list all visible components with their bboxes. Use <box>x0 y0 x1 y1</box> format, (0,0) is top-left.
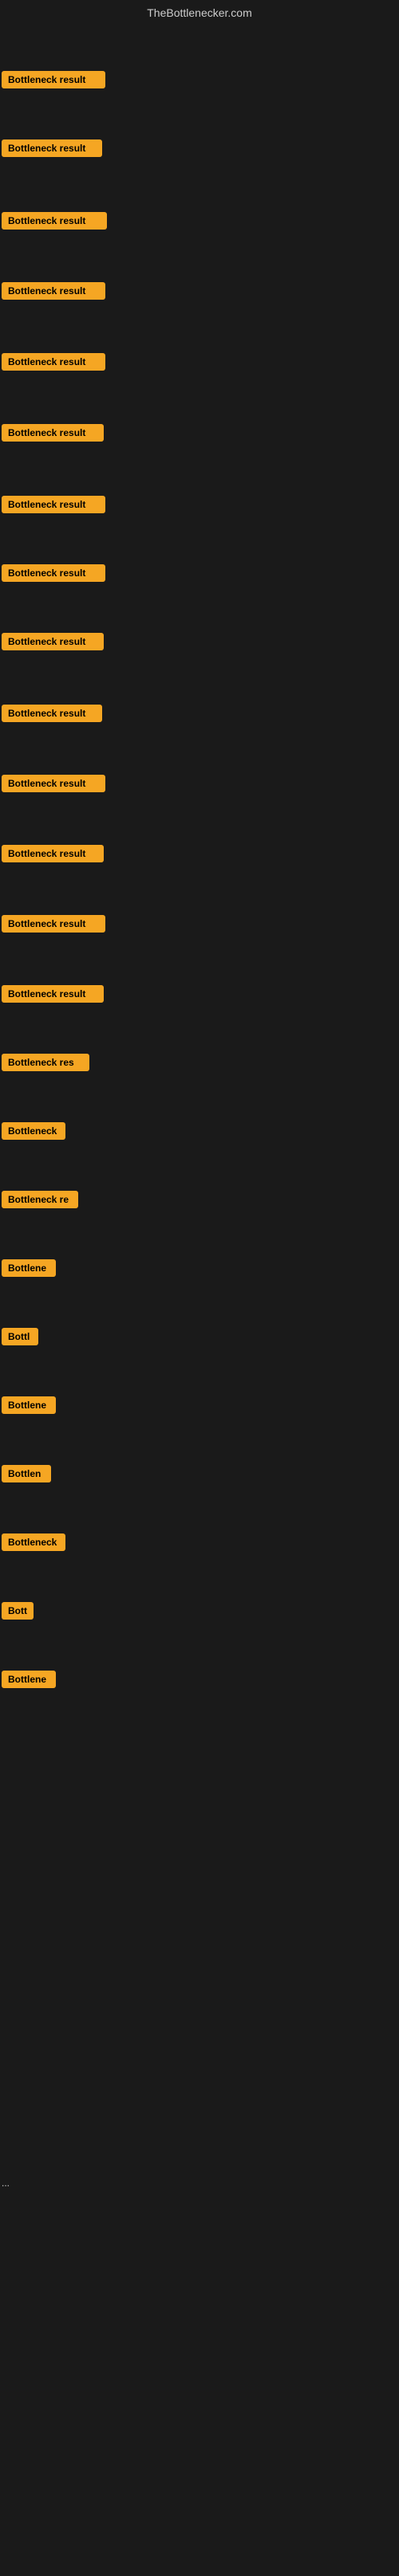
badge-container-8: Bottleneck result <box>2 633 104 654</box>
site-header: TheBottlenecker.com <box>0 0 399 26</box>
bottleneck-result-badge[interactable]: Bottleneck result <box>2 985 104 1003</box>
badge-container-13: Bottleneck result <box>2 985 104 1007</box>
badge-container-23: Bottlene <box>2 1671 56 1692</box>
bottleneck-result-badge[interactable]: Bottleneck result <box>2 705 102 722</box>
bottleneck-result-badge[interactable]: Bottlene <box>2 1671 56 1688</box>
bottleneck-result-badge[interactable]: Bottleneck result <box>2 633 104 650</box>
badge-container-9: Bottleneck result <box>2 705 102 726</box>
bottleneck-result-badge[interactable]: Bott <box>2 1602 34 1620</box>
bottleneck-result-badge[interactable]: Bottleneck result <box>2 915 105 933</box>
bottleneck-result-badge[interactable]: Bottleneck result <box>2 139 102 157</box>
bottleneck-result-badge[interactable]: Bottleneck result <box>2 282 105 300</box>
bottleneck-result-badge[interactable]: Bottlene <box>2 1396 56 1414</box>
badge-container-6: Bottleneck result <box>2 496 105 517</box>
badge-container-5: Bottleneck result <box>2 424 104 446</box>
badge-container-19: Bottlene <box>2 1396 56 1418</box>
badge-container-17: Bottlene <box>2 1259 56 1281</box>
badge-container-21: Bottleneck <box>2 1533 65 1555</box>
bottleneck-result-badge[interactable]: Bottleneck result <box>2 845 104 862</box>
badge-container-3: Bottleneck result <box>2 282 105 304</box>
bottleneck-result-badge[interactable]: Bottleneck result <box>2 71 105 88</box>
badge-container-12: Bottleneck result <box>2 915 105 937</box>
badge-container-10: Bottleneck result <box>2 775 105 796</box>
badge-container-4: Bottleneck result <box>2 353 105 375</box>
badge-container-2: Bottleneck result <box>2 212 107 234</box>
bottleneck-result-badge[interactable]: Bottlen <box>2 1465 51 1482</box>
badge-container-18: Bottl <box>2 1328 38 1349</box>
badge-container-20: Bottlen <box>2 1465 51 1486</box>
bottleneck-result-badge[interactable]: Bottleneck result <box>2 564 105 582</box>
bottleneck-result-badge[interactable]: Bottleneck result <box>2 775 105 792</box>
bottleneck-result-badge[interactable]: Bottleneck result <box>2 424 104 442</box>
badge-container-1: Bottleneck result <box>2 139 102 161</box>
bottleneck-result-badge[interactable]: Bottleneck result <box>2 353 105 371</box>
bottleneck-result-badge[interactable]: Bottleneck res <box>2 1054 89 1071</box>
bottleneck-result-badge[interactable]: Bottleneck result <box>2 496 105 513</box>
site-title: TheBottlenecker.com <box>147 6 252 19</box>
badge-container-16: Bottleneck re <box>2 1191 78 1212</box>
badge-container-7: Bottleneck result <box>2 564 105 586</box>
bottleneck-result-badge[interactable]: Bottleneck <box>2 1533 65 1551</box>
bottleneck-result-badge[interactable]: Bottleneck <box>2 1122 65 1140</box>
badge-container-11: Bottleneck result <box>2 845 104 866</box>
badge-container-14: Bottleneck res <box>2 1054 89 1075</box>
badge-container-0: Bottleneck result <box>2 71 105 92</box>
badge-container-22: Bott <box>2 1602 34 1624</box>
bottleneck-result-badge[interactable]: Bottlene <box>2 1259 56 1277</box>
ellipsis-marker: ... <box>2 2177 10 2189</box>
bottleneck-result-badge[interactable]: Bottl <box>2 1328 38 1345</box>
badge-container-15: Bottleneck <box>2 1122 65 1144</box>
bottleneck-result-badge[interactable]: Bottleneck result <box>2 212 107 230</box>
bottleneck-result-badge[interactable]: Bottleneck re <box>2 1191 78 1208</box>
